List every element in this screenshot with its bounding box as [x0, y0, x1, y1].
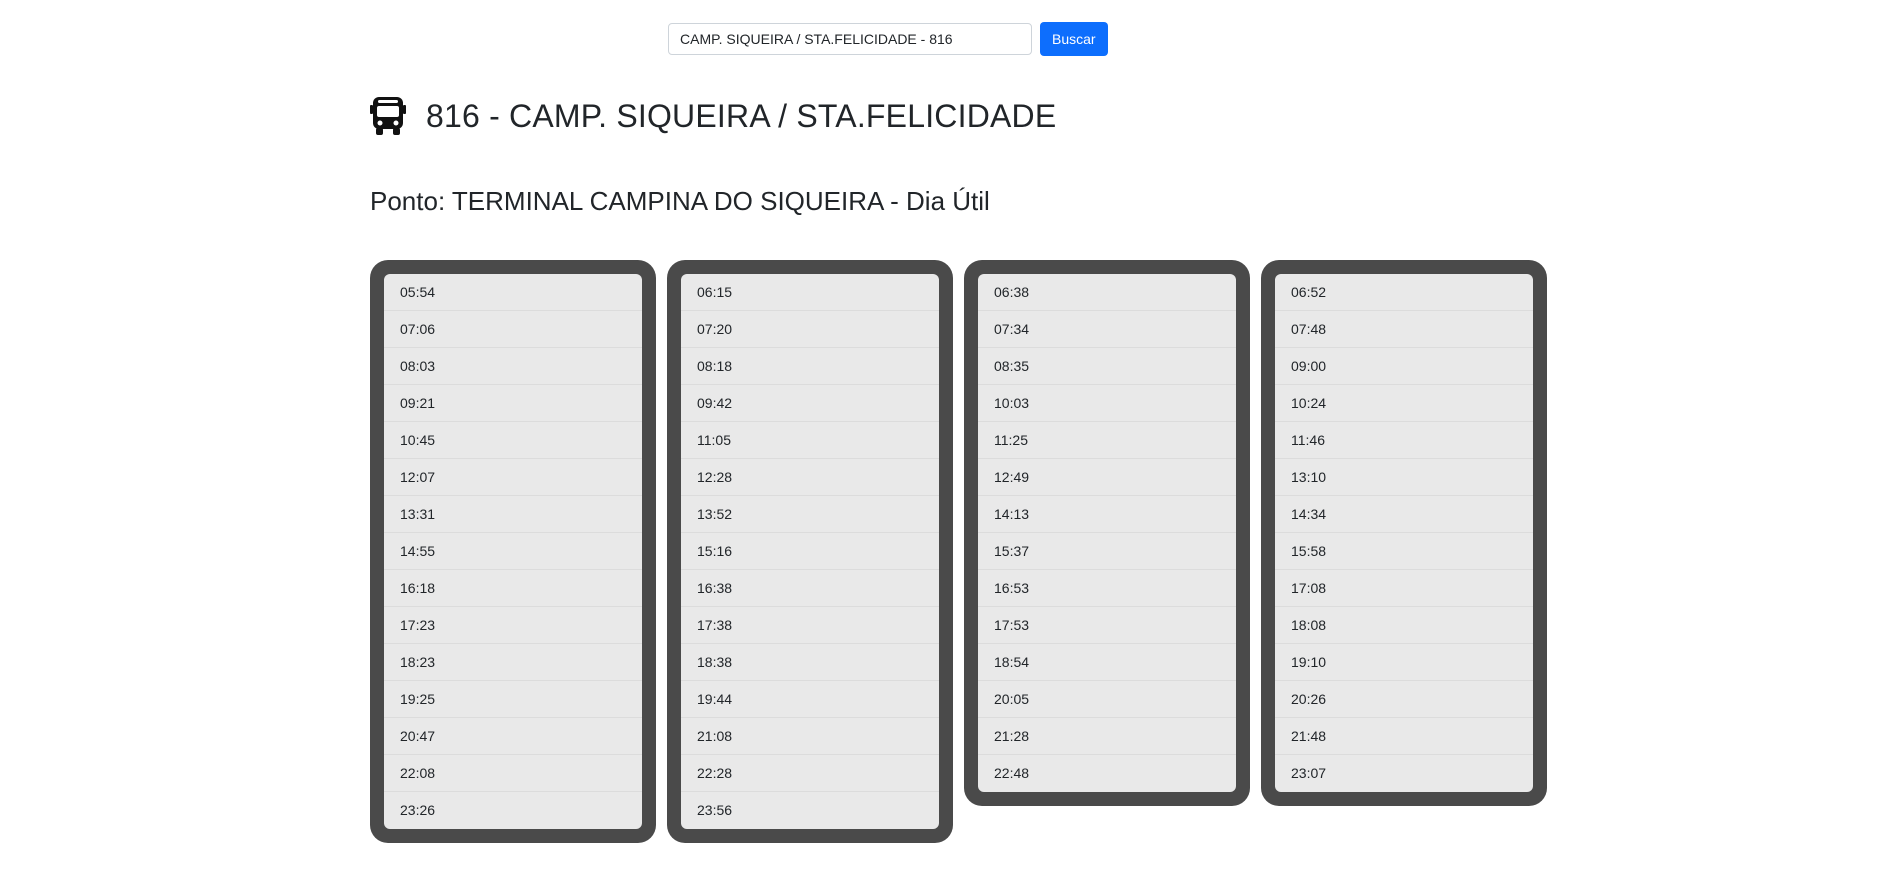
time-item: 12:28	[681, 459, 939, 496]
time-item: 07:06	[384, 311, 642, 348]
search-bar: Buscar	[668, 22, 1108, 56]
stop-title: Ponto: TERMINAL CAMPINA DO SIQUEIRA - Di…	[370, 186, 990, 216]
time-item: 07:48	[1275, 311, 1533, 348]
time-item: 17:23	[384, 607, 642, 644]
time-item: 14:34	[1275, 496, 1533, 533]
time-item: 15:58	[1275, 533, 1533, 570]
time-item: 06:38	[978, 274, 1236, 311]
time-item: 21:48	[1275, 718, 1533, 755]
time-item: 18:38	[681, 644, 939, 681]
time-item: 13:52	[681, 496, 939, 533]
time-item: 22:48	[994, 765, 1030, 781]
time-item: 15:37	[978, 533, 1236, 570]
time-item: 10:03	[978, 385, 1236, 422]
schedule-column: 06:15 07:20 08:18 09:42 11:05 12:28 13:52 15:16…	[667, 260, 953, 843]
time-item: 16:38	[681, 570, 939, 607]
time-item: 17:08	[1275, 570, 1533, 607]
time-item: 07:20	[681, 311, 939, 348]
schedule-list: 06:38 07:34 08:35 10:03 11:25 12:49 14:13 15:37…	[978, 274, 1236, 792]
search-input[interactable]	[668, 23, 1032, 55]
time-item: 13:10	[1275, 459, 1533, 496]
schedule-list: 06:15 07:20 08:18 09:42 11:05 12:28 13:52 15:16…	[681, 274, 939, 829]
time-item: 15:16	[681, 533, 939, 570]
time-item: 06:15	[681, 274, 939, 311]
time-item: 12:07	[384, 459, 642, 496]
time-item: 22:08	[384, 755, 642, 792]
time-item: 11:25	[978, 422, 1236, 459]
time-item: 23:26	[400, 802, 436, 818]
schedule-columns: 05:54 07:06 08:03 09:21 10:45 12:07 13:31 14:55…	[370, 260, 1547, 843]
time-item: 10:24	[1275, 385, 1533, 422]
time-item: 16:18	[384, 570, 642, 607]
time-item: 21:08	[681, 718, 939, 755]
schedule-list: 05:54 07:06 08:03 09:21 10:45 12:07 13:31 14:55…	[384, 274, 642, 829]
time-item: 20:05	[978, 681, 1236, 718]
time-item: 19:25	[384, 681, 642, 718]
time-item: 09:21	[384, 385, 642, 422]
time-item: 14:55	[384, 533, 642, 570]
time-item: 08:03	[384, 348, 642, 385]
time-item: 22:28	[681, 755, 939, 792]
time-item: 19:44	[681, 681, 939, 718]
time-item: 12:49	[978, 459, 1236, 496]
time-item: 09:42	[681, 385, 939, 422]
time-item: 20:47	[384, 718, 642, 755]
bus-icon	[370, 97, 406, 135]
time-item: 14:13	[978, 496, 1236, 533]
time-item: 18:23	[384, 644, 642, 681]
time-item: 18:08	[1275, 607, 1533, 644]
schedule-column: 05:54 07:06 08:03 09:21 10:45 12:07 13:31 14:55…	[370, 260, 656, 843]
time-item: 08:18	[681, 348, 939, 385]
time-item: 20:26	[1275, 681, 1533, 718]
schedule-column: 06:38 07:34 08:35 10:03 11:25 12:49 14:13 15:37…	[964, 260, 1250, 806]
time-item: 18:54	[978, 644, 1236, 681]
time-item: 07:34	[978, 311, 1236, 348]
time-item: 08:35	[978, 348, 1236, 385]
time-item: 17:53	[978, 607, 1236, 644]
time-item: 09:00	[1275, 348, 1533, 385]
route-title: 816 - CAMP. SIQUEIRA / STA.FELICIDADE	[426, 97, 1057, 134]
time-item: 19:10	[1275, 644, 1533, 681]
time-item: 05:54	[384, 274, 642, 311]
time-item: 11:46	[1275, 422, 1533, 459]
schedule-list: 06:52 07:48 09:00 10:24 11:46 13:10 14:34 15:58…	[1275, 274, 1533, 792]
route-header: 816 - CAMP. SIQUEIRA / STA.FELICIDADE	[370, 96, 1056, 136]
time-item: 17:38	[681, 607, 939, 644]
search-button[interactable]: Buscar	[1040, 22, 1108, 56]
time-item: 10:45	[384, 422, 642, 459]
time-item: 13:31	[384, 496, 642, 533]
time-item: 06:52	[1275, 274, 1533, 311]
time-item: 21:28	[978, 718, 1236, 755]
time-item: 11:05	[681, 422, 939, 459]
time-item: 16:53	[978, 570, 1236, 607]
schedule-column: 06:52 07:48 09:00 10:24 11:46 13:10 14:34 15:58…	[1261, 260, 1547, 806]
time-item: 23:07	[1291, 765, 1327, 781]
time-item: 23:56	[697, 802, 733, 818]
